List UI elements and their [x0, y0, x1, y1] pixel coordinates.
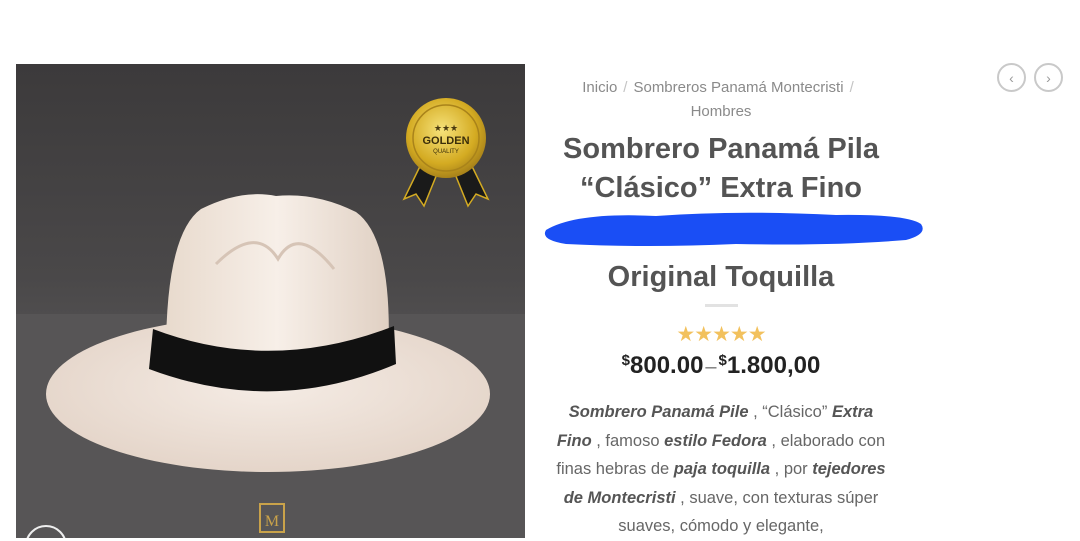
price-separator: – — [705, 356, 717, 378]
currency-symbol: $ — [718, 352, 727, 369]
next-product-button[interactable]: › — [1034, 63, 1063, 92]
price-range: $800.00– $1.800,00 — [548, 352, 894, 380]
product-description: Sombrero Panamá Pile , “Clásico” Extra F… — [552, 398, 890, 541]
desc-text: , famoso — [591, 431, 665, 450]
breadcrumb: Inicio / Sombreros Panamá Montecristi / Hom… — [548, 76, 894, 124]
product-image[interactable]: ★★★ GOLDEN QUALITY M — [16, 64, 525, 538]
zoom-icon[interactable] — [20, 520, 80, 538]
breadcrumb-category[interactable]: Sombreros Panamá Montecristi — [633, 79, 843, 96]
svg-text:GOLDEN: GOLDEN — [422, 135, 469, 147]
brand-logo-icon: M — [259, 503, 285, 533]
chevron-left-icon: ‹ — [1009, 69, 1014, 86]
breadcrumb-home[interactable]: Inicio — [582, 79, 617, 96]
breadcrumb-subcategory[interactable]: Hombres — [691, 103, 752, 120]
title-line-4: Original Toquilla — [607, 261, 835, 293]
desc-text: , por — [770, 460, 813, 478]
currency-symbol: $ — [621, 352, 631, 369]
svg-text:QUALITY: QUALITY — [433, 149, 459, 155]
desc-text: , “Clásico” — [748, 403, 832, 421]
redaction-scribble — [544, 212, 923, 246]
desc-text: Sombrero Panamá Pile — [568, 403, 749, 421]
svg-text:★★★: ★★★ — [434, 123, 458, 133]
price-max: 1.800,00 — [726, 352, 821, 379]
title-line-2: “Clásico” Extra Fino — [579, 172, 862, 204]
title-line-1: Sombrero Panamá Pila — [563, 133, 879, 165]
golden-quality-badge-icon: ★★★ GOLDEN QUALITY — [402, 98, 490, 208]
chevron-right-icon: › — [1046, 69, 1051, 86]
prev-product-button[interactable]: ‹ — [997, 63, 1026, 92]
breadcrumb-separator: / — [623, 79, 628, 96]
desc-text: paja toquilla — [673, 460, 771, 478]
desc-text: estilo Fedora — [664, 431, 767, 450]
breadcrumb-separator: / — [849, 79, 854, 96]
price-min: 800.00 — [630, 352, 704, 379]
title-divider — [705, 304, 738, 307]
rating-stars[interactable]: ★★★★★ — [548, 322, 894, 347]
svg-text:M: M — [265, 513, 279, 530]
